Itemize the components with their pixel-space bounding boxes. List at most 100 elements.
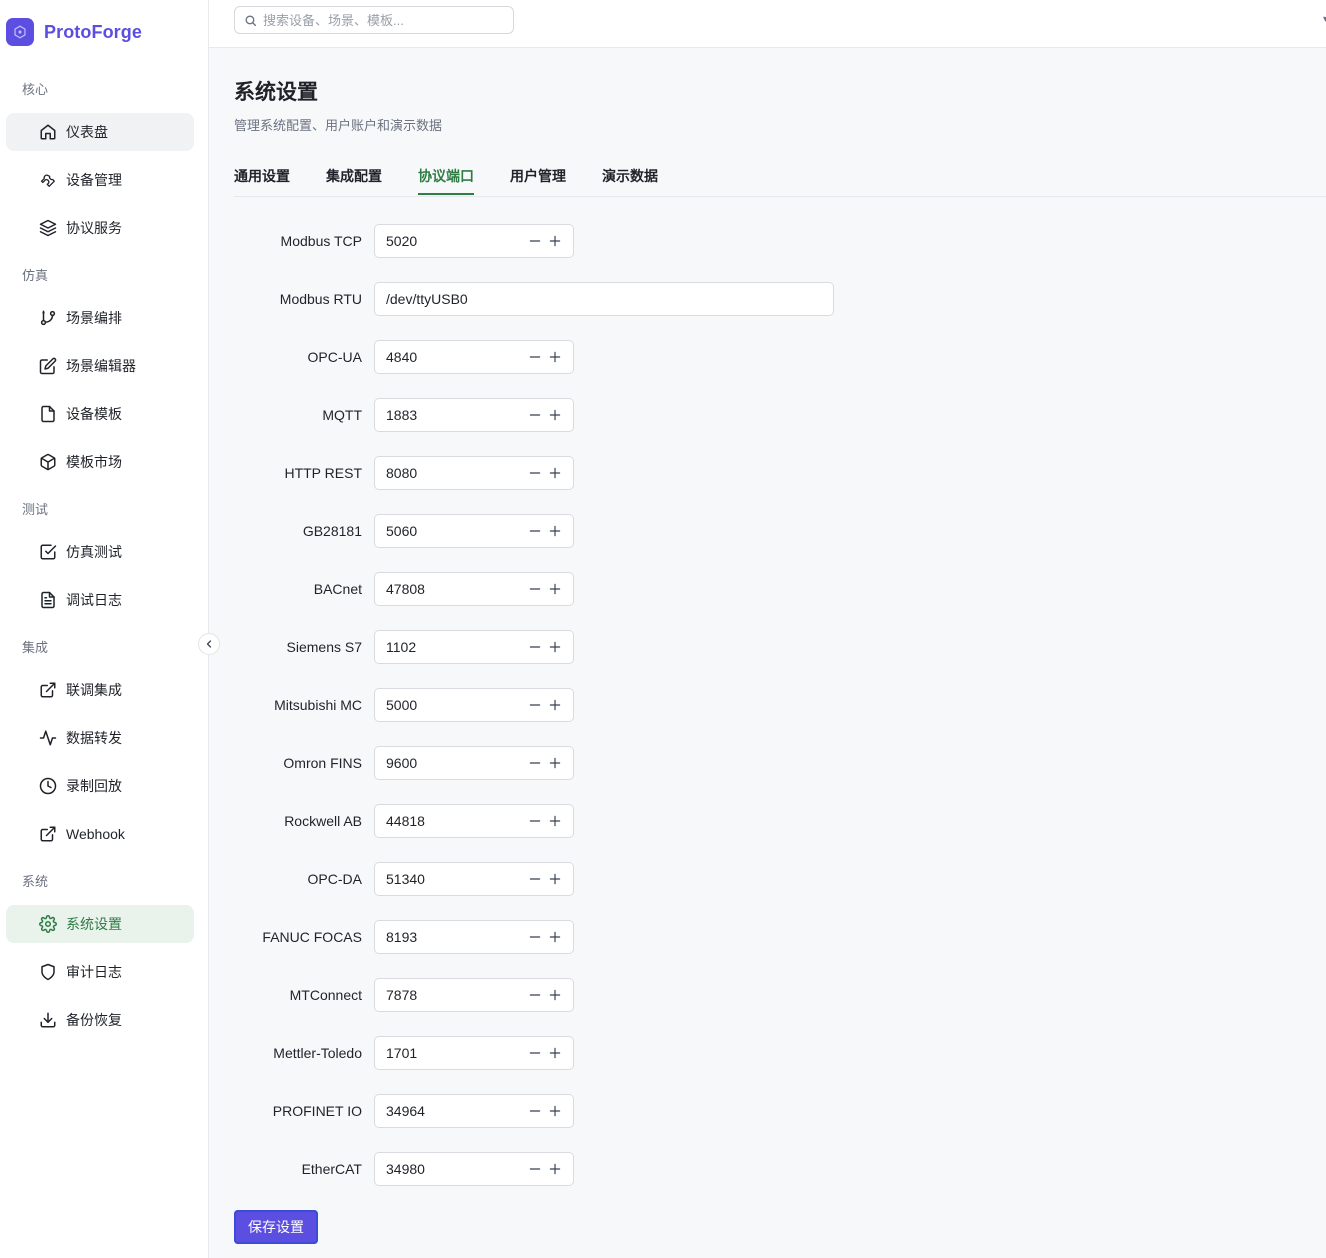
port-value[interactable]: 51340 (375, 871, 527, 887)
increment-icon[interactable] (547, 639, 563, 655)
decrement-icon[interactable] (527, 929, 543, 945)
sidebar-item-template-market[interactable]: 模板市场 (6, 443, 194, 481)
decrement-icon[interactable] (527, 523, 543, 539)
tab-users[interactable]: 用户管理 (510, 166, 566, 186)
port-value[interactable]: 9600 (375, 755, 527, 771)
tab-integration[interactable]: 集成配置 (326, 166, 382, 186)
port-value[interactable]: 34964 (375, 1103, 527, 1119)
increment-icon[interactable] (547, 1045, 563, 1061)
increment-icon[interactable] (547, 987, 563, 1003)
decrement-icon[interactable] (527, 1161, 543, 1177)
sidebar-item-label: 审计日志 (66, 964, 122, 980)
port-value[interactable]: 47808 (375, 581, 527, 597)
increment-icon[interactable] (547, 1103, 563, 1119)
decrement-icon[interactable] (527, 697, 543, 713)
port-value[interactable]: 7878 (375, 987, 527, 1003)
increment-icon[interactable] (547, 523, 563, 539)
sidebar-item-label: 调试日志 (66, 592, 122, 608)
port-value[interactable]: 44818 (375, 813, 527, 829)
decrement-icon[interactable] (527, 581, 543, 597)
port-number-input[interactable]: 4840 (374, 340, 574, 374)
search-box[interactable] (234, 6, 514, 34)
port-number-input[interactable]: 1701 (374, 1036, 574, 1070)
increment-icon[interactable] (547, 813, 563, 829)
sidebar: ProtoForge 核心 仪表盘 设备管理 协议服务 仿真 场景编排 场景编辑… (0, 0, 209, 1258)
sidebar-item-audit-log[interactable]: 审计日志 (6, 953, 194, 991)
port-number-input[interactable]: 1102 (374, 630, 574, 664)
increment-icon[interactable] (547, 871, 563, 887)
port-number-input[interactable]: 8193 (374, 920, 574, 954)
sidebar-item-debug-log[interactable]: 调试日志 (6, 581, 194, 619)
decrement-icon[interactable] (527, 755, 543, 771)
sidebar-item-protocols[interactable]: 协议服务 (6, 209, 194, 247)
port-row: BACnet 47808 (234, 572, 1234, 606)
port-number-input[interactable]: 8080 (374, 456, 574, 490)
decrement-icon[interactable] (527, 813, 543, 829)
port-value[interactable]: 1102 (375, 639, 527, 655)
port-number-input[interactable]: 47808 (374, 572, 574, 606)
port-text-input[interactable]: /dev/ttyUSB0 (374, 282, 834, 316)
sidebar-item-settings[interactable]: 系统设置 (6, 905, 194, 943)
brand[interactable]: ProtoForge (6, 17, 142, 47)
sidebar-item-dashboard[interactable]: 仪表盘 (6, 113, 194, 151)
decrement-icon[interactable] (527, 233, 543, 249)
increment-icon[interactable] (547, 349, 563, 365)
port-number-input[interactable]: 5020 (374, 224, 574, 258)
sidebar-item-scenario-editor[interactable]: 场景编辑器 (6, 347, 194, 385)
decrement-icon[interactable] (527, 349, 543, 365)
port-row: EtherCAT 34980 (234, 1152, 1234, 1186)
port-number-input[interactable]: 44818 (374, 804, 574, 838)
decrement-icon[interactable] (527, 1103, 543, 1119)
increment-icon[interactable] (547, 929, 563, 945)
tab-protocol-ports[interactable]: 协议端口 (418, 166, 474, 186)
port-number-input[interactable]: 34980 (374, 1152, 574, 1186)
increment-icon[interactable] (547, 581, 563, 597)
port-number-input[interactable]: 5000 (374, 688, 574, 722)
sidebar-item-data-forward[interactable]: 数据转发 (6, 719, 194, 757)
port-value[interactable]: 34980 (375, 1161, 527, 1177)
port-value[interactable]: 5020 (375, 233, 527, 249)
port-value[interactable]: 4840 (375, 349, 527, 365)
increment-icon[interactable] (547, 465, 563, 481)
decrement-icon[interactable] (527, 987, 543, 1003)
search-input[interactable] (261, 11, 505, 29)
port-number-input[interactable]: 7878 (374, 978, 574, 1012)
port-number-input[interactable]: 5060 (374, 514, 574, 548)
sidebar-item-integration[interactable]: 联调集成 (6, 671, 194, 709)
port-value[interactable]: 5060 (375, 523, 527, 539)
clock-icon (39, 777, 57, 795)
port-number-input[interactable]: 1883 (374, 398, 574, 432)
brand-name: ProtoForge (44, 21, 142, 42)
port-value[interactable]: 8193 (375, 929, 527, 945)
decrement-icon[interactable] (527, 1045, 543, 1061)
decrement-icon[interactable] (527, 871, 543, 887)
port-value[interactable]: 5000 (375, 697, 527, 713)
sidebar-item-webhook[interactable]: Webhook (6, 815, 194, 853)
port-number-input[interactable]: 9600 (374, 746, 574, 780)
increment-icon[interactable] (547, 697, 563, 713)
port-value[interactable]: 1883 (375, 407, 527, 423)
port-number-input[interactable]: 34964 (374, 1094, 574, 1128)
increment-icon[interactable] (547, 755, 563, 771)
increment-icon[interactable] (547, 407, 563, 423)
decrement-icon[interactable] (527, 407, 543, 423)
sidebar-item-sim-test[interactable]: 仿真测试 (6, 533, 194, 571)
port-label: GB28181 (302, 523, 362, 539)
sidebar-item-backup[interactable]: 备份恢复 (6, 1001, 194, 1039)
tab-demo-data[interactable]: 演示数据 (602, 166, 658, 186)
tab-general[interactable]: 通用设置 (234, 166, 290, 186)
port-number-input[interactable]: 51340 (374, 862, 574, 896)
port-row: Modbus TCP 5020 (234, 224, 1234, 258)
increment-icon[interactable] (547, 1161, 563, 1177)
save-settings-button[interactable]: 保存设置 (234, 1210, 318, 1244)
increment-icon[interactable] (547, 233, 563, 249)
port-value[interactable]: 1701 (375, 1045, 527, 1061)
sidebar-item-device-templates[interactable]: 设备模板 (6, 395, 194, 433)
decrement-icon[interactable] (527, 465, 543, 481)
sidebar-item-devices[interactable]: 设备管理 (6, 161, 194, 199)
decrement-icon[interactable] (527, 639, 543, 655)
port-value[interactable]: 8080 (375, 465, 527, 481)
sidebar-item-scenarios[interactable]: 场景编排 (6, 299, 194, 337)
sidebar-collapse-button[interactable] (198, 633, 220, 655)
sidebar-item-record-replay[interactable]: 录制回放 (6, 767, 194, 805)
